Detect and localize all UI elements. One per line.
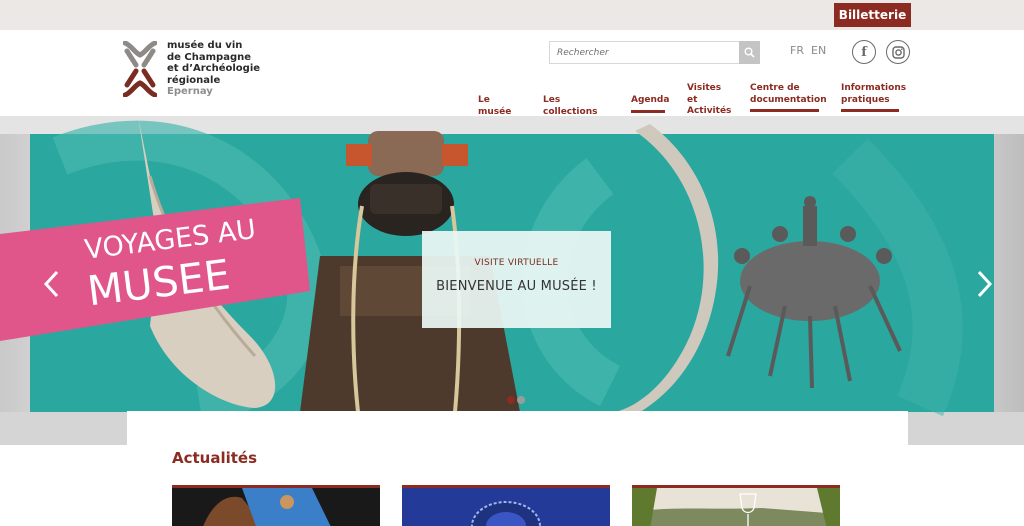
news-card[interactable] bbox=[172, 485, 380, 526]
nav-item-label-2: documentation bbox=[750, 94, 827, 105]
news-card-image bbox=[172, 488, 380, 526]
slider-prev-button[interactable] bbox=[40, 268, 64, 300]
search-button[interactable] bbox=[739, 41, 760, 64]
news-card[interactable] bbox=[402, 485, 610, 526]
nav-item-label: Agenda bbox=[631, 95, 670, 105]
nav-item-label: Centre de bbox=[750, 83, 800, 93]
slide-caption-box[interactable]: VISITE VIRTUELLE BIENVENUE AU MUSÉE ! bbox=[422, 231, 611, 328]
nav-item-label: Le musée bbox=[478, 95, 512, 117]
facebook-icon: f bbox=[861, 44, 867, 60]
logo-line: et d’Archéologie bbox=[167, 63, 261, 74]
instagram-link[interactable] bbox=[886, 40, 910, 64]
instagram-icon bbox=[891, 45, 905, 59]
news-card-image bbox=[402, 488, 610, 526]
nav-item-agenda[interactable]: Agenda bbox=[631, 95, 669, 113]
ticketing-button[interactable]: Billetterie bbox=[834, 3, 911, 27]
news-heading: Actualités bbox=[172, 449, 258, 467]
logo-city: Epernay bbox=[167, 86, 213, 97]
facebook-link[interactable]: f bbox=[852, 40, 876, 64]
slide-title: BIENVENUE AU MUSÉE ! bbox=[436, 279, 597, 294]
chevron-right-icon bbox=[977, 270, 993, 298]
news-card[interactable] bbox=[632, 485, 840, 526]
news-card-image bbox=[632, 488, 840, 526]
slider-dot-active[interactable] bbox=[507, 396, 515, 404]
logo-line: musée du vin bbox=[167, 40, 243, 51]
nav-item-label-2: pratiques bbox=[841, 94, 890, 105]
nav-item-label: Visites et bbox=[687, 83, 722, 105]
slider-dot[interactable] bbox=[517, 396, 525, 404]
logo-line: régionale bbox=[167, 74, 221, 86]
slide-kicker: VISITE VIRTUELLE bbox=[474, 258, 559, 268]
lang-fr-link[interactable]: FR bbox=[790, 44, 804, 57]
slider-next-button[interactable] bbox=[972, 268, 996, 300]
nav-item-informations[interactable]: Informations pratiques bbox=[841, 83, 907, 112]
nav-item-label: Informations bbox=[841, 83, 907, 93]
slider-pagination bbox=[507, 396, 525, 404]
logo-wordmark: musée du vin de Champagne et d’Archéolog… bbox=[167, 40, 267, 98]
nav-item-label: Les collections bbox=[543, 95, 598, 117]
search-box bbox=[549, 41, 760, 64]
nav-item-documentation[interactable]: Centre de documentation bbox=[750, 83, 827, 112]
search-icon bbox=[744, 47, 755, 58]
museum-logo-icon bbox=[123, 41, 157, 97]
chevron-left-icon bbox=[43, 270, 59, 298]
lang-en-link[interactable]: EN bbox=[811, 44, 826, 57]
search-input[interactable] bbox=[550, 42, 740, 63]
logo-line: de Champagne bbox=[167, 51, 252, 63]
